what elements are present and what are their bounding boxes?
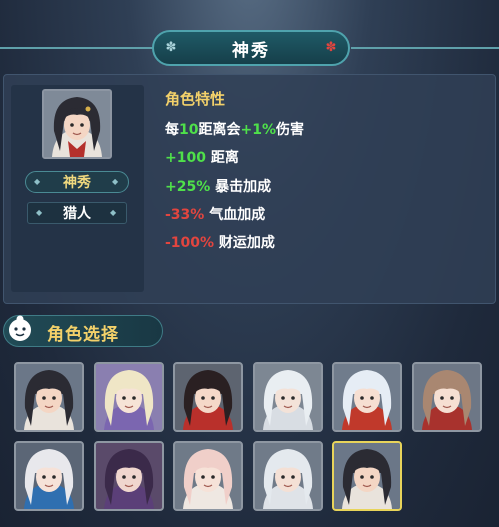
character-card-10[interactable]	[253, 441, 323, 511]
character-card-8[interactable]	[94, 441, 164, 511]
trait-value: +25%	[165, 179, 211, 195]
character-avatar	[96, 364, 162, 430]
character-card-1[interactable]	[14, 362, 84, 432]
trait-text: 财运加成	[214, 235, 275, 251]
trait-text: 每	[165, 122, 179, 138]
character-avatar	[175, 364, 241, 430]
diamond-icon: ◆	[36, 208, 43, 217]
character-job: 猎人	[63, 206, 91, 222]
trait-line-5: -100% 财运加成	[165, 232, 275, 252]
character-card-2[interactable]	[94, 362, 164, 432]
character-avatar	[334, 443, 400, 509]
character-avatar	[96, 443, 162, 509]
trait-value: -100%	[165, 235, 215, 251]
character-card-4[interactable]	[253, 362, 323, 432]
trait-line-4: -33% 气血加成	[165, 204, 265, 224]
flower-ornament-icon: ✽	[325, 40, 337, 55]
trait-text: 距离会	[198, 122, 241, 138]
trait-text: 暴击加成	[210, 179, 272, 195]
character-card-7[interactable]	[14, 441, 84, 511]
character-avatar	[334, 364, 400, 430]
character-avatar	[255, 443, 321, 509]
character-portrait	[42, 89, 112, 159]
trait-text: 伤害	[275, 122, 304, 138]
trait-line-1: 每10距离会+1%伤害	[165, 119, 304, 139]
character-face-icon	[9, 315, 31, 341]
flower-ornament-icon: ✽	[165, 40, 177, 55]
trait-text: 距离	[205, 150, 239, 166]
section-title: 角色选择	[47, 325, 119, 345]
portrait-image	[44, 91, 110, 157]
trait-value: -33%	[165, 207, 205, 223]
diamond-icon: ◆	[110, 208, 117, 217]
title-banner: ✽ 神秀 ✽	[152, 30, 350, 66]
character-avatar	[16, 443, 82, 509]
character-card-3[interactable]	[173, 362, 243, 432]
trait-value: 10	[179, 122, 199, 138]
trait-value: +100	[165, 150, 206, 166]
character-avatar	[175, 443, 241, 509]
character-card-9[interactable]	[173, 441, 243, 511]
character-card-6[interactable]	[412, 362, 482, 432]
trait-line-2: +100 距离	[165, 147, 239, 167]
character-avatar	[255, 364, 321, 430]
trait-value: +1%	[240, 122, 276, 138]
title-line-left	[0, 47, 155, 49]
character-avatar	[16, 364, 82, 430]
character-card-11[interactable]	[332, 441, 402, 511]
diamond-icon: ◆	[34, 177, 41, 186]
character-card-5[interactable]	[332, 362, 402, 432]
character-job-tag: ◆ 猎人 ◆	[27, 202, 127, 224]
character-name: 神秀	[63, 175, 91, 191]
trait-heading: 角色特性	[165, 90, 226, 108]
character-avatar	[414, 364, 480, 430]
title-line-right	[351, 47, 499, 49]
trait-line-3: +25% 暴击加成	[165, 176, 271, 196]
character-name-tag: ◆ 神秀 ◆	[25, 171, 129, 193]
trait-text: 气血加成	[204, 207, 266, 223]
page-title: 神秀	[232, 40, 270, 61]
diamond-icon: ◆	[112, 177, 119, 186]
